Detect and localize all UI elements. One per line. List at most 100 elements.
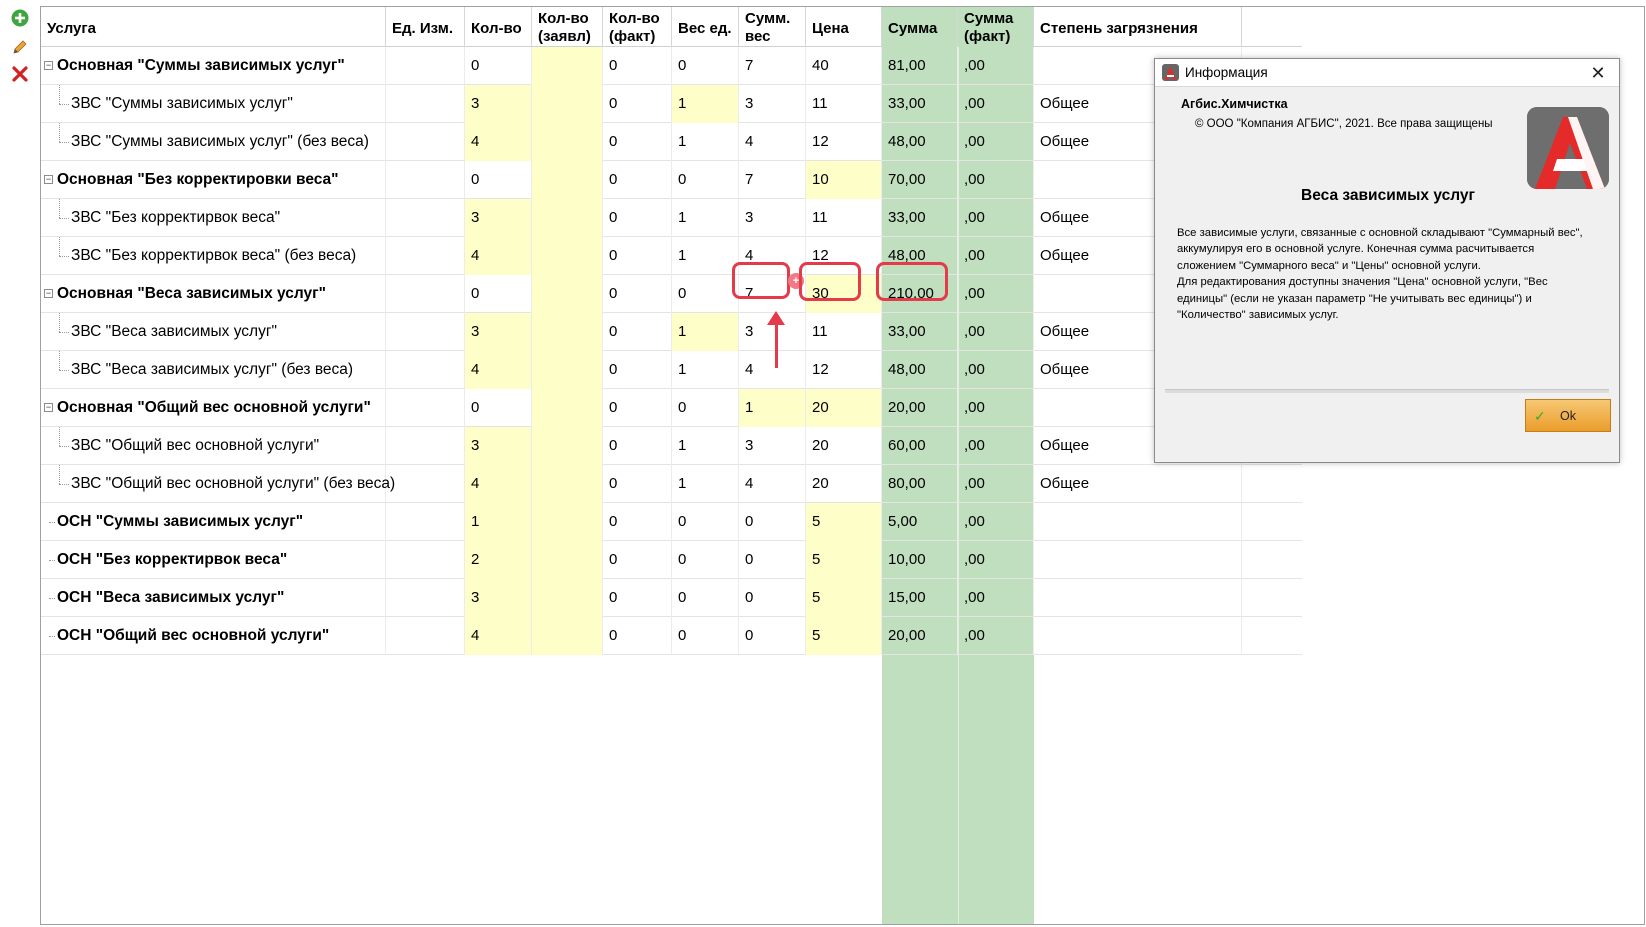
sum-weight-cell[interactable]: 0 <box>739 617 806 655</box>
sum-weight-cell[interactable]: 3 <box>739 427 806 465</box>
service-name-cell[interactable]: ЗВС "Веса зависимых услуг" <box>41 313 386 351</box>
qty-fact-cell[interactable]: 0 <box>603 275 672 313</box>
unit-weight-cell[interactable]: 0 <box>672 161 739 199</box>
header-sum[interactable]: Сумма <box>882 7 958 47</box>
sum-cell[interactable]: 5,00 <box>882 503 958 541</box>
header-qty-fact[interactable]: Кол-во (факт) <box>603 7 672 47</box>
table-row[interactable]: ОСН "Без корректирвок веса" 2 0 0 0 5 10,00,00 <box>41 541 1302 579</box>
unit-cell[interactable] <box>386 237 465 275</box>
unit-weight-cell[interactable]: 1 <box>672 427 739 465</box>
qty-fact-cell[interactable]: 0 <box>603 47 672 85</box>
header-service[interactable]: Услуга <box>41 7 386 47</box>
price-cell[interactable]: 5 <box>806 541 882 579</box>
sum-cell[interactable]: 33,00 <box>882 199 958 237</box>
unit-weight-cell[interactable]: 1 <box>672 465 739 503</box>
qty-declared-cell[interactable] <box>532 161 603 199</box>
sum-fact-cell[interactable]: ,00 <box>958 85 1034 123</box>
table-row[interactable]: ЗВС "Веса зависимых услуг" 3 0 1 3 11 33,00,00… <box>41 313 1302 351</box>
table-row[interactable]: ОСН "Общий вес основной услуги" 4 0 0 0 5 20,0… <box>41 617 1302 655</box>
table-row[interactable]: ОСН "Суммы зависимых услуг" 1 0 0 0 5 5,00,00 <box>41 503 1302 541</box>
service-name-cell[interactable]: Основная "Общий вес основной услуги" <box>41 389 386 427</box>
sum-fact-cell[interactable]: ,00 <box>958 541 1034 579</box>
sum-fact-cell[interactable]: ,00 <box>958 351 1034 389</box>
service-name-cell[interactable]: ОСН "Без корректирвок веса" <box>41 541 386 579</box>
unit-weight-cell[interactable]: 1 <box>672 237 739 275</box>
unit-cell[interactable] <box>386 503 465 541</box>
price-cell[interactable]: 20 <box>806 427 882 465</box>
unit-cell[interactable] <box>386 123 465 161</box>
table-row[interactable]: − Основная "Без корректировки веса" 0 0 0 7 10… <box>41 161 1302 199</box>
sum-weight-cell[interactable]: 7 <box>739 47 806 85</box>
sum-fact-cell[interactable]: ,00 <box>958 617 1034 655</box>
sum-weight-cell[interactable]: 0 <box>739 503 806 541</box>
qty-cell[interactable]: 3 <box>465 313 532 351</box>
price-cell[interactable]: 5 <box>806 503 882 541</box>
qty-declared-cell[interactable] <box>532 389 603 427</box>
sum-fact-cell[interactable]: ,00 <box>958 579 1034 617</box>
unit-weight-cell[interactable]: 0 <box>672 579 739 617</box>
qty-declared-cell[interactable] <box>532 579 603 617</box>
sum-fact-cell[interactable]: ,00 <box>958 313 1034 351</box>
soil-level-cell[interactable] <box>1034 617 1242 655</box>
price-cell[interactable]: 11 <box>806 85 882 123</box>
sum-weight-cell[interactable]: 4 <box>739 351 806 389</box>
qty-declared-cell[interactable] <box>532 237 603 275</box>
unit-cell[interactable] <box>386 313 465 351</box>
sum-cell[interactable]: 33,00 <box>882 313 958 351</box>
qty-fact-cell[interactable]: 0 <box>603 541 672 579</box>
unit-cell[interactable] <box>386 541 465 579</box>
sum-weight-cell[interactable]: 4 <box>739 465 806 503</box>
unit-weight-cell[interactable]: 0 <box>672 541 739 579</box>
qty-fact-cell[interactable]: 0 <box>603 465 672 503</box>
header-sum-fact[interactable]: Сумма (факт) <box>958 7 1034 47</box>
qty-fact-cell[interactable]: 0 <box>603 503 672 541</box>
sum-fact-cell[interactable]: ,00 <box>958 503 1034 541</box>
price-cell[interactable]: 20 <box>806 465 882 503</box>
soil-level-cell[interactable] <box>1034 579 1242 617</box>
ok-button[interactable]: ✓ Ok <box>1525 399 1611 432</box>
qty-cell[interactable]: 0 <box>465 161 532 199</box>
sum-cell[interactable]: 48,00 <box>882 123 958 161</box>
sum-weight-cell[interactable]: 3 <box>739 199 806 237</box>
service-name-cell[interactable]: Основная "Суммы зависимых услуг" <box>41 47 386 85</box>
qty-cell[interactable]: 3 <box>465 427 532 465</box>
qty-fact-cell[interactable]: 0 <box>603 161 672 199</box>
qty-fact-cell[interactable]: 0 <box>603 579 672 617</box>
service-name-cell[interactable]: ЗВС "Общий вес основной услуги" <box>41 427 386 465</box>
service-name-cell[interactable]: ОСН "Суммы зависимых услуг" <box>41 503 386 541</box>
service-name-cell[interactable]: Основная "Без корректировки веса" <box>41 161 386 199</box>
price-cell[interactable]: 20 <box>806 389 882 427</box>
sum-weight-cell[interactable]: 3 <box>739 85 806 123</box>
qty-declared-cell[interactable] <box>532 351 603 389</box>
table-row[interactable]: − Основная "Веса зависимых услуг" 0 0 0 7 30 21… <box>41 275 1302 313</box>
qty-declared-cell[interactable] <box>532 85 603 123</box>
header-qty[interactable]: Кол-во <box>465 7 532 47</box>
qty-fact-cell[interactable]: 0 <box>603 199 672 237</box>
soil-level-cell[interactable] <box>1034 503 1242 541</box>
unit-cell[interactable] <box>386 351 465 389</box>
qty-fact-cell[interactable]: 0 <box>603 237 672 275</box>
qty-cell[interactable]: 3 <box>465 85 532 123</box>
qty-cell[interactable]: 4 <box>465 351 532 389</box>
qty-cell[interactable]: 3 <box>465 579 532 617</box>
sum-cell[interactable]: 81,00 <box>882 47 958 85</box>
service-name-cell[interactable]: ЗВС "Суммы зависимых услуг" (без веса) <box>41 123 386 161</box>
unit-cell[interactable] <box>386 199 465 237</box>
unit-weight-cell[interactable]: 0 <box>672 503 739 541</box>
qty-fact-cell[interactable]: 0 <box>603 351 672 389</box>
qty-fact-cell[interactable]: 0 <box>603 313 672 351</box>
price-cell[interactable]: 10 <box>806 161 882 199</box>
service-name-cell[interactable]: ОСН "Общий вес основной услуги" <box>41 617 386 655</box>
qty-fact-cell[interactable]: 0 <box>603 617 672 655</box>
qty-cell[interactable]: 4 <box>465 237 532 275</box>
price-cell[interactable]: 40 <box>806 47 882 85</box>
unit-cell[interactable] <box>386 47 465 85</box>
unit-weight-cell[interactable]: 0 <box>672 275 739 313</box>
table-row[interactable]: ЗВС "Общий вес основной услуги" 3 0 1 3 20 60,… <box>41 427 1302 465</box>
unit-cell[interactable] <box>386 427 465 465</box>
sum-cell[interactable]: 80,00 <box>882 465 958 503</box>
header-sum-weight[interactable]: Сумм. вес <box>739 7 806 47</box>
service-name-cell[interactable]: ЗВС "Общий вес основной услуги" (без вес… <box>41 465 395 503</box>
table-row[interactable]: − Основная "Суммы зависимых услуг" 0 0 0 7 40 8… <box>41 47 1302 85</box>
sum-fact-cell[interactable]: ,00 <box>958 389 1034 427</box>
